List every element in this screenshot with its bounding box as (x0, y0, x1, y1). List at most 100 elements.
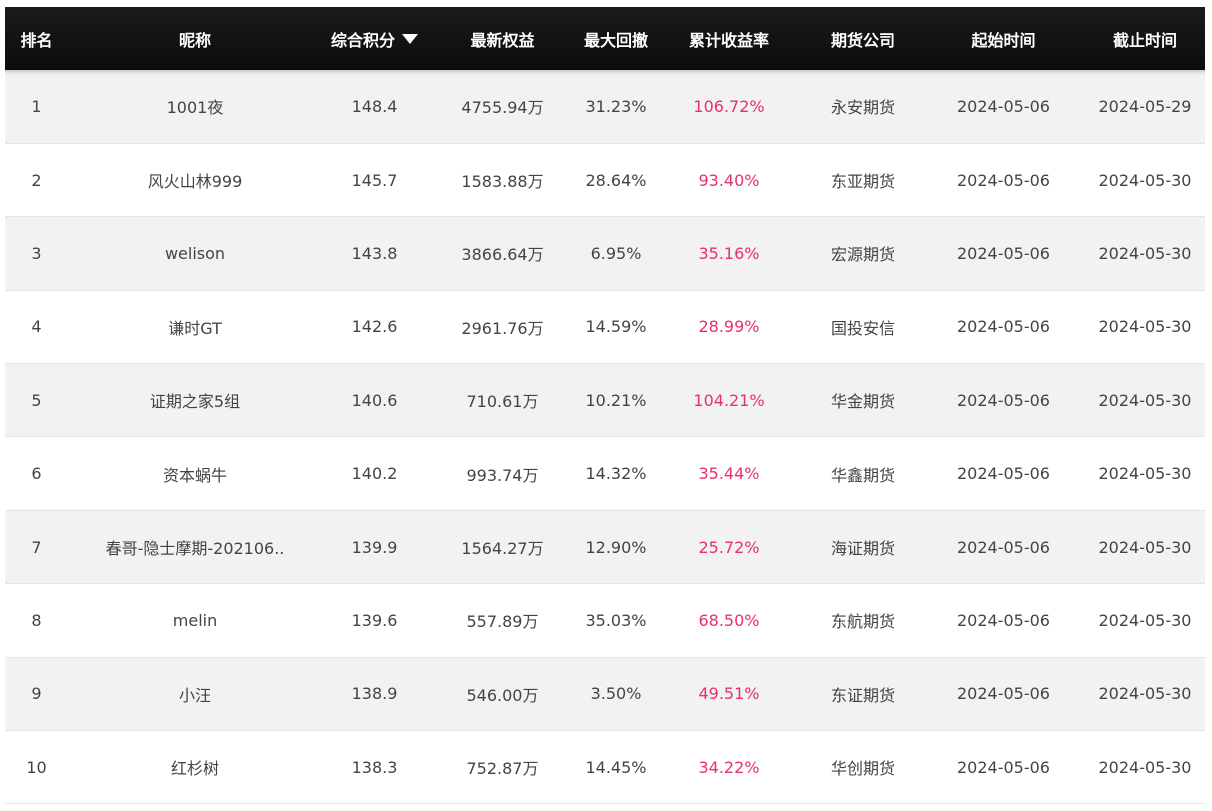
header-end-time: 截止时间 (1112, 30, 1177, 50)
rank-cell: 9 (5, 657, 68, 732)
start-time-cell: 2024-05-06 (922, 583, 1085, 658)
header-drawdown: 最大回撤 (583, 30, 648, 50)
drawdown-cell: 14.45% (578, 730, 654, 805)
company-cell: 永安期货 (804, 70, 922, 144)
header-start-time: 起始时间 (971, 30, 1036, 50)
start-time-cell: 2024-05-06 (922, 730, 1085, 805)
table-header: 排名 昵称 综合积分 最新权益 最大回撤 累计收益率 期货公司 起始时间 截止时… (5, 7, 1205, 70)
header-score-label: 综合积分 (330, 30, 395, 50)
drawdown-cell: 14.59% (578, 290, 654, 365)
equity-cell: 993.74万 (427, 436, 578, 511)
end-time-cell: 2024-05-30 (1085, 143, 1205, 218)
nickname-cell[interactable]: 证期之家5组 (68, 363, 322, 438)
return-cell: 28.99% (654, 290, 804, 365)
rank-cell: 4 (5, 290, 68, 365)
end-time-cell: 2024-05-30 (1085, 730, 1205, 805)
score-cell: 139.6 (322, 583, 427, 658)
header-company: 期货公司 (830, 30, 895, 50)
table-row[interactable]: 9 小汪 138.9 546.00万 3.50% 49.51% 东证期货 2024-05-06… (5, 657, 1205, 732)
score-cell: 140.6 (322, 363, 427, 438)
end-time-cell: 2024-05-30 (1085, 657, 1205, 732)
score-cell: 138.3 (322, 730, 427, 805)
drawdown-cell: 12.90% (578, 510, 654, 585)
header-equity: 最新权益 (470, 30, 535, 50)
start-time-cell: 2024-05-06 (922, 510, 1085, 585)
ranking-table-container: 排名 昵称 综合积分 最新权益 最大回撤 累计收益率 期货公司 起始时间 截止时… (5, 7, 1205, 807)
start-time-cell: 2024-05-06 (922, 143, 1085, 218)
score-cell: 138.9 (322, 657, 427, 732)
return-cell: 93.40% (654, 143, 804, 218)
drawdown-cell: 14.32% (578, 436, 654, 511)
company-cell: 华鑫期货 (804, 436, 922, 511)
equity-cell: 1583.88万 (427, 143, 578, 218)
header-score-sort-button[interactable]: 综合积分 (322, 7, 427, 70)
score-cell: 142.6 (322, 290, 427, 365)
score-cell: 143.8 (322, 216, 427, 291)
nickname-cell[interactable]: 资本蜗牛 (68, 436, 322, 511)
score-cell: 140.2 (322, 436, 427, 511)
rank-cell: 6 (5, 436, 68, 511)
nickname-cell[interactable]: 1001夜 (68, 70, 322, 144)
return-cell: 25.72% (654, 510, 804, 585)
nickname-cell[interactable]: melin (68, 583, 322, 658)
nickname-cell[interactable]: welison (68, 216, 322, 291)
table-row[interactable]: 10 红杉树 138.3 752.87万 14.45% 34.22% 华创期货 2024-05… (5, 730, 1205, 805)
equity-cell: 710.61万 (427, 363, 578, 438)
nickname-cell[interactable]: 小汪 (68, 657, 322, 732)
table-row[interactable]: 7 春哥-隐士摩期-202106.. 139.9 1564.27万 12.90% 25.7… (5, 510, 1205, 585)
start-time-cell: 2024-05-06 (922, 70, 1085, 144)
company-cell: 东航期货 (804, 583, 922, 658)
end-time-cell: 2024-05-30 (1085, 290, 1205, 365)
rank-cell: 2 (5, 143, 68, 218)
start-time-cell: 2024-05-06 (922, 216, 1085, 291)
table-row[interactable]: 1 1001夜 148.4 4755.94万 31.23% 106.72% 永安期货 2024… (5, 70, 1205, 144)
header-nickname: 昵称 (178, 30, 211, 50)
end-time-cell: 2024-05-30 (1085, 363, 1205, 438)
start-time-cell: 2024-05-06 (922, 436, 1085, 511)
end-time-cell: 2024-05-30 (1085, 510, 1205, 585)
equity-cell: 4755.94万 (427, 70, 578, 144)
table-row[interactable]: 5 证期之家5组 140.6 710.61万 10.21% 104.21% 华金期货 2024… (5, 363, 1205, 438)
drawdown-cell: 6.95% (578, 216, 654, 291)
table-row[interactable]: 4 谦时GT 142.6 2961.76万 14.59% 28.99% 国投安信 2024-0… (5, 290, 1205, 365)
company-cell: 东亚期货 (804, 143, 922, 218)
rank-cell: 8 (5, 583, 68, 658)
equity-cell: 752.87万 (427, 730, 578, 805)
drawdown-cell: 3.50% (578, 657, 654, 732)
drawdown-cell: 31.23% (578, 70, 654, 144)
equity-cell: 557.89万 (427, 583, 578, 658)
header-return: 累计收益率 (688, 30, 769, 50)
start-time-cell: 2024-05-06 (922, 363, 1085, 438)
score-cell: 139.9 (322, 510, 427, 585)
return-cell: 35.44% (654, 436, 804, 511)
company-cell: 海证期货 (804, 510, 922, 585)
score-cell: 148.4 (322, 70, 427, 144)
ranking-table: 排名 昵称 综合积分 最新权益 最大回撤 累计收益率 期货公司 起始时间 截止时… (5, 7, 1205, 805)
rank-cell: 10 (5, 730, 68, 805)
drawdown-cell: 10.21% (578, 363, 654, 438)
drawdown-cell: 35.03% (578, 583, 654, 658)
return-cell: 104.21% (654, 363, 804, 438)
header-rank: 排名 (20, 30, 53, 50)
rank-cell: 1 (5, 70, 68, 144)
equity-cell: 1564.27万 (427, 510, 578, 585)
table-row[interactable]: 3 welison 143.8 3866.64万 6.95% 35.16% 宏源期货 2024… (5, 216, 1205, 291)
nickname-cell[interactable]: 春哥-隐士摩期-202106.. (68, 510, 322, 585)
nickname-cell[interactable]: 风火山林999 (68, 143, 322, 218)
header-row: 排名 昵称 综合积分 最新权益 最大回撤 累计收益率 期货公司 起始时间 截止时… (5, 7, 1205, 70)
table-row[interactable]: 6 资本蜗牛 140.2 993.74万 14.32% 35.44% 华鑫期货 2024-05… (5, 436, 1205, 511)
nickname-cell[interactable]: 谦时GT (68, 290, 322, 365)
start-time-cell: 2024-05-06 (922, 657, 1085, 732)
table-row[interactable]: 2 风火山林999 145.7 1583.88万 28.64% 93.40% 东亚期货 202… (5, 143, 1205, 218)
return-cell: 49.51% (654, 657, 804, 732)
equity-cell: 2961.76万 (427, 290, 578, 365)
company-cell: 宏源期货 (804, 216, 922, 291)
table-row[interactable]: 8 melin 139.6 557.89万 35.03% 68.50% 东航期货 2024-0… (5, 583, 1205, 658)
rank-cell: 5 (5, 363, 68, 438)
company-cell: 国投安信 (804, 290, 922, 365)
return-cell: 34.22% (654, 730, 804, 805)
end-time-cell: 2024-05-29 (1085, 70, 1205, 144)
company-cell: 东证期货 (804, 657, 922, 732)
sort-desc-icon[interactable] (402, 33, 418, 44)
nickname-cell[interactable]: 红杉树 (68, 730, 322, 805)
